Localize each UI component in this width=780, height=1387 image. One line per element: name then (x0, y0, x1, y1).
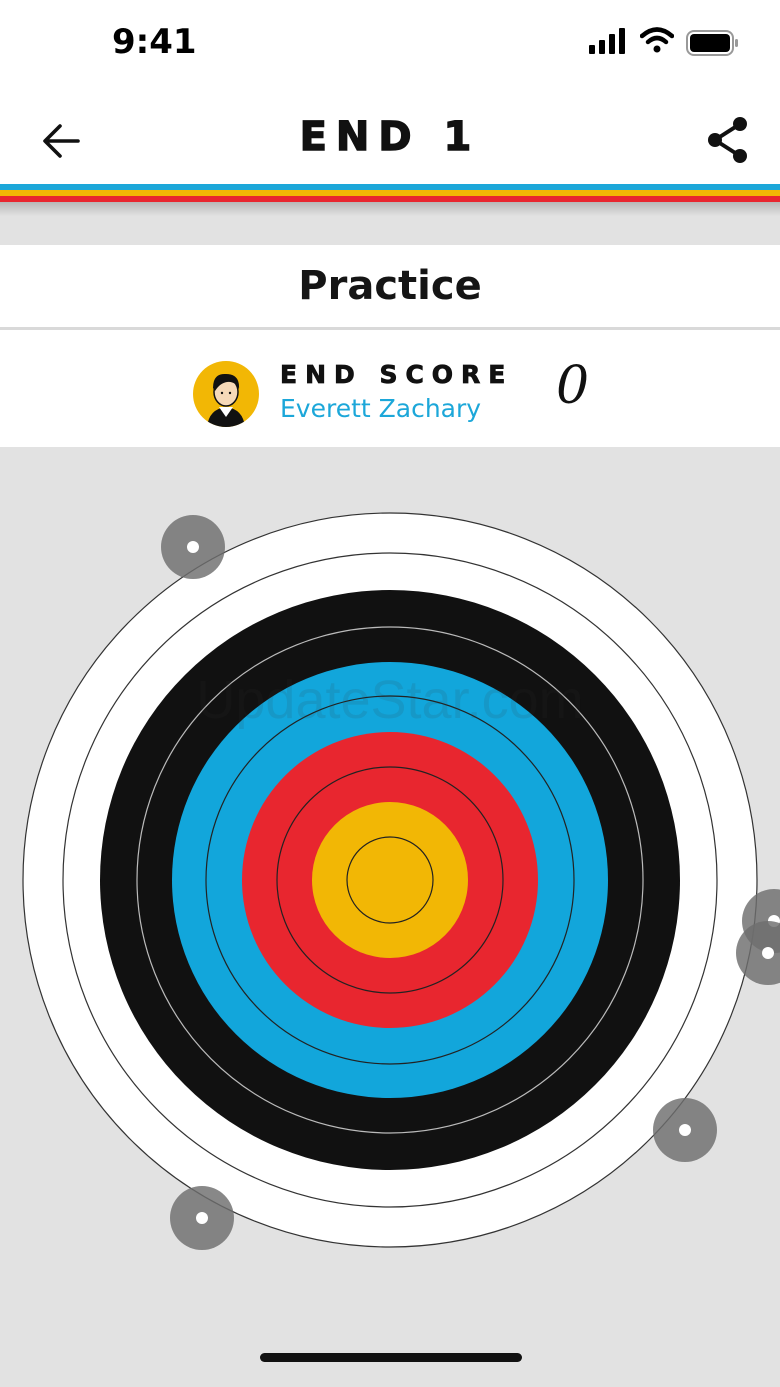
arrow-marker[interactable] (653, 1098, 717, 1162)
page-title: END 1 (299, 113, 481, 160)
header-stripes (0, 184, 780, 202)
round-name: Practice (298, 263, 482, 309)
status-time: 9:41 (112, 22, 197, 62)
end-score-label: END SCORE (280, 360, 514, 390)
target-face-area[interactable]: UpdateStar.com (0, 447, 780, 1337)
arrow-marker[interactable] (161, 515, 225, 579)
top-navigation-bar: END 1 (0, 90, 780, 185)
end-score-value: 0 (556, 356, 590, 416)
target-ring-10 (346, 836, 434, 924)
watermark: UpdateStar.com (196, 670, 584, 730)
status-bar: 9:41 (0, 0, 780, 90)
round-name-bar: Practice (0, 245, 780, 330)
stripe-shadow (0, 202, 780, 216)
player-name[interactable]: Everett Zachary (280, 394, 481, 423)
avatar[interactable] (193, 361, 259, 427)
arrow-marker[interactable] (170, 1186, 234, 1250)
end-score-row: END SCORE Everett Zachary 0 (0, 330, 780, 447)
share-icon[interactable] (704, 115, 752, 165)
battery-icon (686, 30, 738, 56)
archery-target[interactable] (0, 447, 780, 1337)
wifi-icon (640, 27, 674, 53)
avatar-icon (207, 373, 245, 427)
signal-icon (589, 28, 625, 54)
home-indicator[interactable] (260, 1353, 522, 1362)
